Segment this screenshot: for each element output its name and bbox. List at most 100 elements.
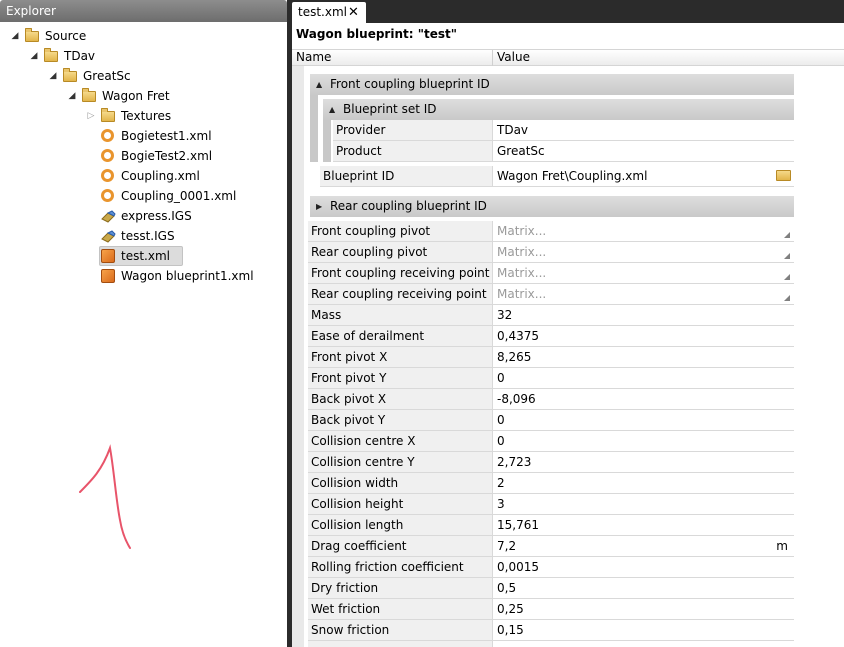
tree-item[interactable]: test.xml [0, 246, 287, 266]
property-value[interactable]: GreatSc [493, 141, 794, 161]
tree-item[interactable]: Coupling.xml [0, 166, 287, 186]
property-value[interactable]: 0 [493, 431, 794, 451]
column-separator[interactable] [492, 50, 493, 67]
property-row[interactable]: Back pivot X -8,096 [308, 389, 794, 410]
property-row[interactable]: Snow friction 0,15 [308, 620, 794, 641]
property-name: Mass [308, 305, 493, 325]
property-value-text: 0,4375 [497, 329, 539, 343]
property-value[interactable]: 32 [493, 305, 794, 325]
folder-icon [101, 108, 115, 122]
property-row[interactable]: Dry friction 0,5 [308, 578, 794, 599]
property-row[interactable]: Drag coefficient 7,2 m [308, 536, 794, 557]
property-row[interactable]: Wet friction 0,25 [308, 599, 794, 620]
tree-item[interactable]: Bogietest1.xml [0, 126, 287, 146]
property-row[interactable]: Rear coupling receiving point Matrix... [308, 284, 794, 305]
property-value[interactable]: 0 [493, 368, 794, 388]
property-row[interactable]: Rolling friction coefficient 0,0015 [308, 557, 794, 578]
property-row-product[interactable]: Product GreatSc [333, 141, 794, 162]
expanded-arrow-icon[interactable]: ▲ [329, 99, 335, 120]
property-row[interactable]: Back pivot Y 0 [308, 410, 794, 431]
group-front-coupling[interactable]: ▲ Front coupling blueprint ID [310, 74, 794, 95]
tree-item[interactable]: express.IGS [0, 206, 287, 226]
property-value-text: -8,096 [497, 392, 536, 406]
column-value-header[interactable]: Value [497, 50, 530, 65]
tree-item[interactable]: tesst.IGS [0, 226, 287, 246]
property-row-blueprint-id[interactable]: Blueprint ID Wagon Fret\Coupling.xml [320, 166, 794, 187]
close-icon[interactable]: ✕ [348, 2, 359, 23]
property-value[interactable]: Wagon Fret\Coupling.xml [493, 166, 794, 186]
property-value-text: 2 [497, 476, 505, 490]
property-row[interactable]: Collision centre X 0 [308, 431, 794, 452]
expanded-arrow-icon[interactable]: ◢ [48, 66, 58, 86]
property-value[interactable]: Matrix... [493, 284, 794, 304]
property-value[interactable]: 3 [493, 494, 794, 514]
collapsed-arrow-icon[interactable]: ▶ [316, 196, 322, 217]
expanded-arrow-icon[interactable]: ▲ [316, 74, 322, 95]
property-value[interactable]: -8,096 [493, 389, 794, 409]
property-row[interactable]: Collision height 3 [308, 494, 794, 515]
property-row[interactable] [308, 641, 794, 647]
property-row[interactable]: Collision length 15,761 [308, 515, 794, 536]
property-value-text: Matrix... [497, 266, 547, 280]
property-row-provider[interactable]: Provider TDav [333, 120, 794, 141]
tab-test-xml[interactable]: test.xml ✕ [292, 2, 366, 23]
tree-item[interactable]: ◢ Wagon Fret [0, 86, 287, 106]
collapsed-arrow-icon[interactable]: ▷ [86, 106, 96, 126]
property-value[interactable]: 0,5 [493, 578, 794, 598]
expanded-arrow-icon[interactable]: ◢ [10, 26, 20, 46]
property-value[interactable]: 7,2 m [493, 536, 794, 556]
property-value[interactable]: Matrix... [493, 263, 794, 283]
tree-item[interactable]: ◢ TDav [0, 46, 287, 66]
expand-corner-icon[interactable] [784, 295, 790, 301]
tree-item[interactable]: ◢ Source [0, 26, 287, 46]
folder-open-icon[interactable] [776, 170, 791, 181]
expand-corner-icon[interactable] [784, 253, 790, 259]
tree-item[interactable]: ▷ Textures [0, 106, 287, 126]
expand-corner-icon[interactable] [784, 274, 790, 280]
property-value[interactable]: 0,15 [493, 620, 794, 640]
tree-item-label: tesst.IGS [121, 229, 175, 243]
property-row[interactable]: Rear coupling pivot Matrix... [308, 242, 794, 263]
ring-file-icon [101, 129, 114, 142]
panel-splitter[interactable] [287, 0, 291, 647]
tree-item[interactable]: BogieTest2.xml [0, 146, 287, 166]
property-value[interactable]: 0,4375 [493, 326, 794, 346]
property-row[interactable]: Front pivot X 8,265 [308, 347, 794, 368]
property-name: Drag coefficient [308, 536, 493, 556]
property-value[interactable] [493, 641, 794, 647]
property-value[interactable]: 2 [493, 473, 794, 493]
expanded-arrow-icon[interactable]: ◢ [67, 86, 77, 106]
property-row[interactable]: Front coupling pivot Matrix... [308, 221, 794, 242]
property-name: Back pivot Y [308, 410, 493, 430]
wagon-file-icon [101, 249, 115, 263]
property-value[interactable]: 0 [493, 410, 794, 430]
tree-item[interactable]: Coupling_0001.xml [0, 186, 287, 206]
property-row[interactable]: Front coupling receiving point Matrix... [308, 263, 794, 284]
tree-item-label: Source [45, 29, 87, 43]
property-value[interactable]: Matrix... [493, 242, 794, 262]
expanded-arrow-icon[interactable]: ◢ [29, 46, 39, 66]
property-row[interactable]: Front pivot Y 0 [308, 368, 794, 389]
tree-item-label: test.xml [121, 249, 170, 263]
column-name-header[interactable]: Name [296, 50, 331, 65]
property-value[interactable]: 2,723 [493, 452, 794, 472]
property-row[interactable]: Ease of derailment 0,4375 [308, 326, 794, 347]
group-rear-coupling[interactable]: ▶ Rear coupling blueprint ID [310, 196, 794, 217]
tree-item[interactable]: ◢ GreatSc [0, 66, 287, 86]
tree-item[interactable]: Wagon blueprint1.xml [0, 266, 287, 286]
expand-corner-icon[interactable] [784, 232, 790, 238]
property-value[interactable]: 8,265 [493, 347, 794, 367]
property-value[interactable]: 15,761 [493, 515, 794, 535]
property-value[interactable]: 0,25 [493, 599, 794, 619]
group-blueprint-set[interactable]: ▲ Blueprint set ID [323, 99, 794, 120]
property-value[interactable]: TDav [493, 120, 794, 140]
property-value[interactable]: 0,0015 [493, 557, 794, 577]
property-row[interactable]: Collision centre Y 2,723 [308, 452, 794, 473]
property-row[interactable]: Collision width 2 [308, 473, 794, 494]
property-row[interactable]: Mass 32 [308, 305, 794, 326]
property-value[interactable]: Matrix... [493, 221, 794, 241]
